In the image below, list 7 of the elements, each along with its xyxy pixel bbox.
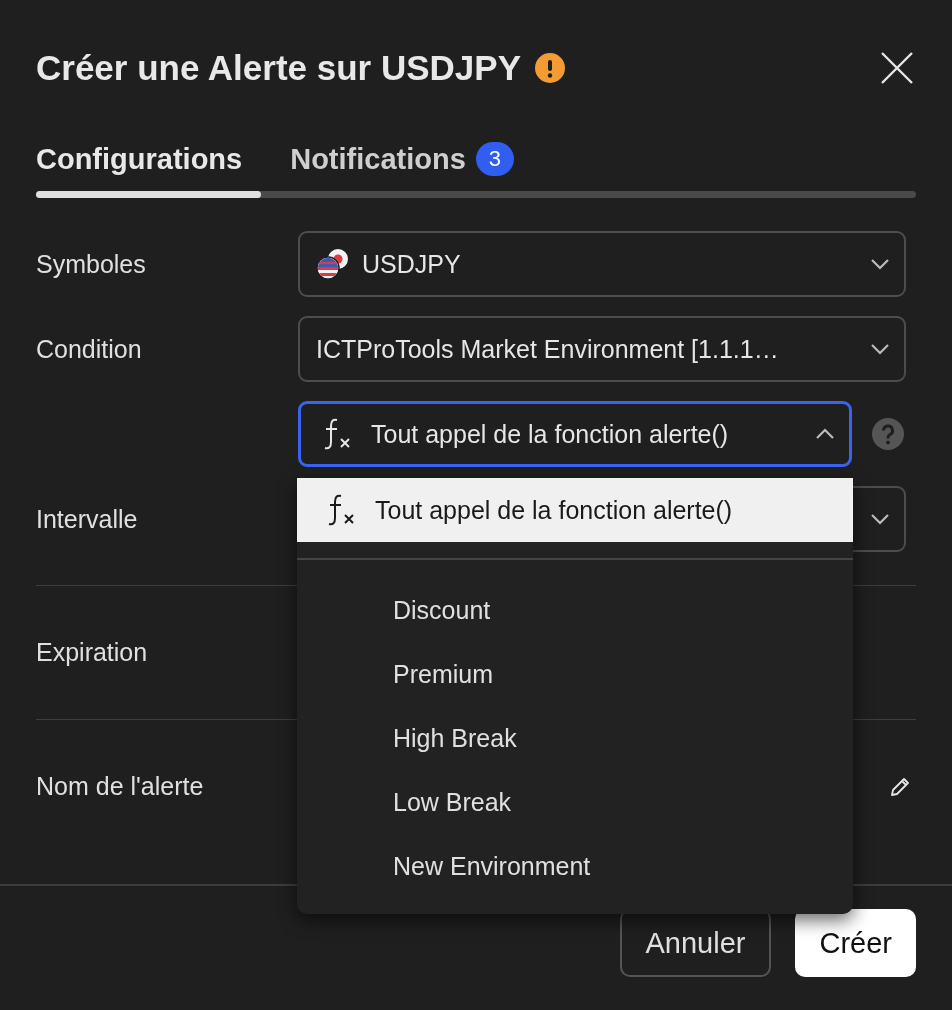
field-label: Intervalle (36, 504, 139, 534)
field-label: Condition (36, 334, 143, 364)
field-label: Expiration (36, 638, 148, 667)
field-label: Symboles (36, 249, 147, 279)
field-label: Nom de l'alerte (36, 772, 204, 801)
dialog-title: Créer une Alerte sur USDJPY (36, 48, 521, 88)
count-badge: 3 (475, 142, 514, 176)
